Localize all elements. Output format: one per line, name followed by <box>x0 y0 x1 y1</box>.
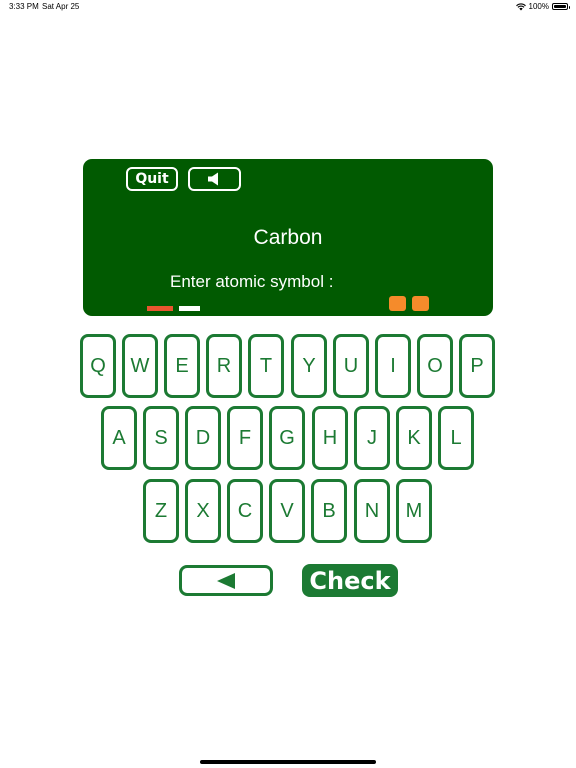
quit-button[interactable]: Quit <box>126 167 178 191</box>
key-s[interactable]: S <box>143 406 179 470</box>
battery-icon <box>552 3 570 10</box>
backspace-button[interactable] <box>179 565 273 596</box>
battery-percent: 100% <box>528 2 549 11</box>
key-n[interactable]: N <box>354 479 390 543</box>
element-name: Carbon <box>253 226 323 249</box>
key-z[interactable]: Z <box>143 479 179 543</box>
key-m[interactable]: M <box>396 479 432 543</box>
key-u[interactable]: U <box>333 334 369 398</box>
key-k[interactable]: K <box>396 406 432 470</box>
key-r[interactable]: R <box>206 334 242 398</box>
orange-indicator-left <box>389 296 406 311</box>
prompt-text: Enter atomic symbol : <box>170 272 334 291</box>
key-b[interactable]: B <box>311 479 347 543</box>
key-g[interactable]: G <box>269 406 305 470</box>
key-i[interactable]: I <box>375 334 411 398</box>
key-e[interactable]: E <box>164 334 200 398</box>
status-right: 100% <box>515 2 570 11</box>
wifi-icon <box>515 2 526 10</box>
key-q[interactable]: Q <box>80 334 116 398</box>
speaker-icon <box>207 172 218 186</box>
key-o[interactable]: O <box>417 334 453 398</box>
key-t[interactable]: T <box>248 334 284 398</box>
key-w[interactable]: W <box>122 334 158 398</box>
sound-button[interactable] <box>188 167 241 191</box>
key-j[interactable]: J <box>354 406 390 470</box>
battery-fill <box>554 5 566 8</box>
key-p[interactable]: P <box>459 334 495 398</box>
key-f[interactable]: F <box>227 406 263 470</box>
key-c[interactable]: C <box>227 479 263 543</box>
key-x[interactable]: X <box>185 479 221 543</box>
quiz-board: Quit Carbon Enter atomic symbol : <box>83 159 493 316</box>
status-date: Sat Apr 25 <box>42 2 80 11</box>
key-l[interactable]: L <box>438 406 474 470</box>
key-h[interactable]: H <box>312 406 348 470</box>
check-button[interactable]: Check <box>302 564 398 597</box>
key-y[interactable]: Y <box>291 334 327 398</box>
progress-bar-white <box>179 306 200 311</box>
left-triangle-icon <box>217 572 235 589</box>
orange-indicator-right <box>412 296 429 311</box>
status-time: 3:33 PM <box>9 2 39 11</box>
progress-bar-red <box>147 306 173 311</box>
key-a[interactable]: A <box>101 406 137 470</box>
status-bar: 3:33 PM Sat Apr 25 100% <box>0 0 576 16</box>
key-v[interactable]: V <box>269 479 305 543</box>
home-indicator <box>200 760 376 764</box>
key-d[interactable]: D <box>185 406 221 470</box>
